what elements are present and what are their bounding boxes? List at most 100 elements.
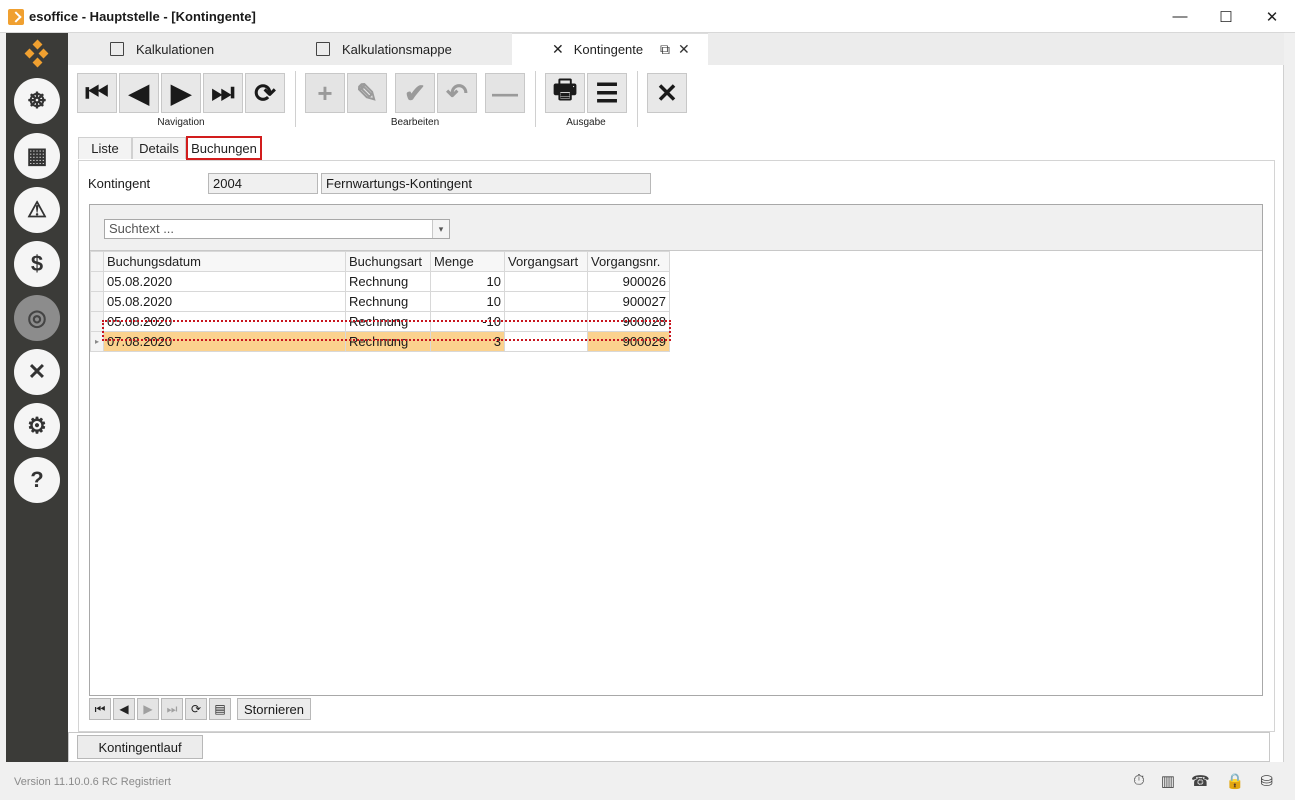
bottom-bar: Kontingentlauf <box>68 732 1270 762</box>
undo-button[interactable]: ↶ <box>437 73 477 113</box>
toolbar-separator <box>535 71 536 127</box>
refresh-button[interactable]: ⟳ <box>245 73 285 113</box>
status-bar: Version 11.10.0.6 RC Registriert ⏱ ▥ ☎ 🔒… <box>0 764 1295 800</box>
cell-vorgangsnr[interactable]: 900029 <box>587 331 670 352</box>
table-row-selected[interactable]: ▸ 07.08.2020 Rechnung 3 900029 <box>90 331 670 352</box>
cell-menge[interactable]: 3 <box>430 331 505 352</box>
phone-icon[interactable]: ☎ <box>1191 772 1210 790</box>
bearbeiten-group-label: Bearbeiten <box>390 117 440 128</box>
kontingentlauf-button[interactable]: Kontingentlauf <box>77 735 203 759</box>
cell-menge[interactable]: -10 <box>430 311 505 332</box>
table-row[interactable]: 05.08.2020 Rechnung 10 900027 <box>90 291 670 312</box>
save-button[interactable]: ✔ <box>395 73 435 113</box>
grid-search-bar: Suchtext ... ▾ <box>90 205 1262 251</box>
sidebar-wheel-icon[interactable]: ☸ <box>14 78 60 124</box>
row-indicator <box>90 291 104 312</box>
title-bar: esoffice - Hauptstelle - [Kontingente] —… <box>0 0 1295 33</box>
brand-logo-icon <box>24 39 49 69</box>
cell-vorgangsart[interactable] <box>504 331 588 352</box>
building-icon[interactable]: ▥ <box>1161 772 1175 790</box>
bookings-table: Buchungsdatum Buchungsart Menge Vorgangs… <box>90 251 670 352</box>
maximize-button[interactable]: ☐ <box>1203 0 1249 33</box>
sidebar-help-icon[interactable]: ? <box>14 457 60 503</box>
sidebar-support-icon[interactable]: ◎ <box>14 295 60 341</box>
previous-record-button[interactable]: ◀ <box>119 73 159 113</box>
database-icon[interactable]: ⛁ <box>1260 772 1273 790</box>
table-header-row: Buchungsdatum Buchungsart Menge Vorgangs… <box>90 251 670 272</box>
cell-vorgangsart[interactable] <box>504 311 588 332</box>
add-button[interactable]: + <box>305 73 345 113</box>
close-record-button[interactable]: ✕ <box>647 73 687 113</box>
edit-button[interactable]: ✎ <box>347 73 387 113</box>
main-panel: Kalkulationen Kalkulationsmappe ✕ Kontin… <box>68 33 1284 762</box>
close-tab-icon[interactable]: ✕ <box>678 41 690 58</box>
grid-prev-button[interactable]: ◀ <box>113 698 135 720</box>
first-record-button[interactable]: ⏮ <box>77 73 117 113</box>
cell-buchungsart[interactable]: Rechnung <box>345 331 431 352</box>
cell-vorgangsnr[interactable]: 900027 <box>587 291 670 312</box>
remove-button[interactable]: — <box>485 73 525 113</box>
col-vorgangsnr[interactable]: Vorgangsnr. <box>587 251 670 272</box>
grid-refresh-button[interactable]: ⟳ <box>185 698 207 720</box>
toolbar-separator <box>637 71 638 127</box>
last-record-button[interactable]: ⏭ <box>203 73 243 113</box>
tools-icon: ✕ <box>552 41 564 57</box>
cell-buchungsdatum[interactable]: 05.08.2020 <box>103 311 346 332</box>
cell-buchungsdatum[interactable]: 07.08.2020 <box>103 331 346 352</box>
status-icons: ⏱ ▥ ☎ 🔒 ⛁ <box>1133 772 1273 790</box>
tab-liste[interactable]: Liste <box>78 137 132 159</box>
sidebar-alarm-icon[interactable]: ⚠ <box>14 187 60 233</box>
search-input[interactable]: Suchtext ... ▾ <box>104 219 450 239</box>
document-tabs: Kalkulationen Kalkulationsmappe ✕ Kontin… <box>68 33 1284 65</box>
window-title: esoffice - Hauptstelle - [Kontingente] <box>29 9 256 24</box>
next-record-button[interactable]: ▶ <box>161 73 201 113</box>
kontingent-label: Kontingent <box>88 176 151 191</box>
sidebar-settings-icon[interactable]: ⚙ <box>14 403 60 449</box>
document-icon <box>110 42 124 56</box>
sidebar-money-icon[interactable]: $ <box>14 241 60 287</box>
cell-vorgangsnr[interactable]: 900028 <box>587 311 670 332</box>
tab-label: Kalkulationsmappe <box>342 41 452 57</box>
minimize-button[interactable]: — <box>1157 0 1203 33</box>
tab-label: Kalkulationen <box>136 41 215 57</box>
popout-icon[interactable]: ⧉ <box>660 41 670 58</box>
col-vorgangsart[interactable]: Vorgangsart <box>504 251 588 272</box>
stornieren-button[interactable]: Stornieren <box>237 698 311 720</box>
export-button[interactable]: ☰ <box>587 73 627 113</box>
cell-buchungsdatum[interactable]: 05.08.2020 <box>103 271 346 292</box>
cell-menge[interactable]: 10 <box>430 271 505 292</box>
table-row[interactable]: 05.08.2020 Rechnung -10 900028 <box>90 311 670 332</box>
col-menge[interactable]: Menge <box>430 251 505 272</box>
toolbar-separator <box>295 71 296 127</box>
cell-buchungsart[interactable]: Rechnung <box>345 291 431 312</box>
sidebar-plan-icon[interactable]: ▦ <box>14 133 60 179</box>
kontingent-name-field[interactable]: Fernwartungs-Kontingent <box>321 173 651 194</box>
cell-vorgangsart[interactable] <box>504 291 588 312</box>
lock-icon[interactable]: 🔒 <box>1226 772 1245 790</box>
chevron-down-icon[interactable]: ▾ <box>432 220 449 238</box>
cell-buchungsart[interactable]: Rechnung <box>345 271 431 292</box>
kontingent-number-field[interactable]: 2004 <box>208 173 318 194</box>
sidebar-tools-icon[interactable]: ✕ <box>14 349 60 395</box>
grid-first-button[interactable]: ⏮ <box>89 698 111 720</box>
tab-kalkulationen[interactable]: Kalkulationen <box>110 33 214 65</box>
print-button[interactable]: 🖶 <box>545 73 585 113</box>
cell-vorgangsnr[interactable]: 900026 <box>587 271 670 292</box>
cell-vorgangsart[interactable] <box>504 271 588 292</box>
search-placeholder: Suchtext ... <box>109 221 175 236</box>
grid-export-button[interactable]: ▤ <box>209 698 231 720</box>
cell-menge[interactable]: 10 <box>430 291 505 312</box>
cell-buchungsdatum[interactable]: 05.08.2020 <box>103 291 346 312</box>
tab-buchungen[interactable]: Buchungen <box>186 136 262 160</box>
table-row[interactable]: 05.08.2020 Rechnung 10 900026 <box>90 271 670 292</box>
row-indicator-header <box>90 251 104 272</box>
grid-next-button[interactable]: ▶ <box>137 698 159 720</box>
cell-buchungsart[interactable]: Rechnung <box>345 311 431 332</box>
col-buchungsdatum[interactable]: Buchungsdatum <box>103 251 346 272</box>
timer-icon[interactable]: ⏱ <box>1133 772 1145 790</box>
col-buchungsart[interactable]: Buchungsart <box>345 251 431 272</box>
grid-last-button[interactable]: ⏭ <box>161 698 183 720</box>
tab-kalkulationsmappe[interactable]: Kalkulationsmappe <box>316 33 452 65</box>
close-window-button[interactable]: ✕ <box>1249 0 1295 33</box>
tab-details[interactable]: Details <box>132 137 186 159</box>
